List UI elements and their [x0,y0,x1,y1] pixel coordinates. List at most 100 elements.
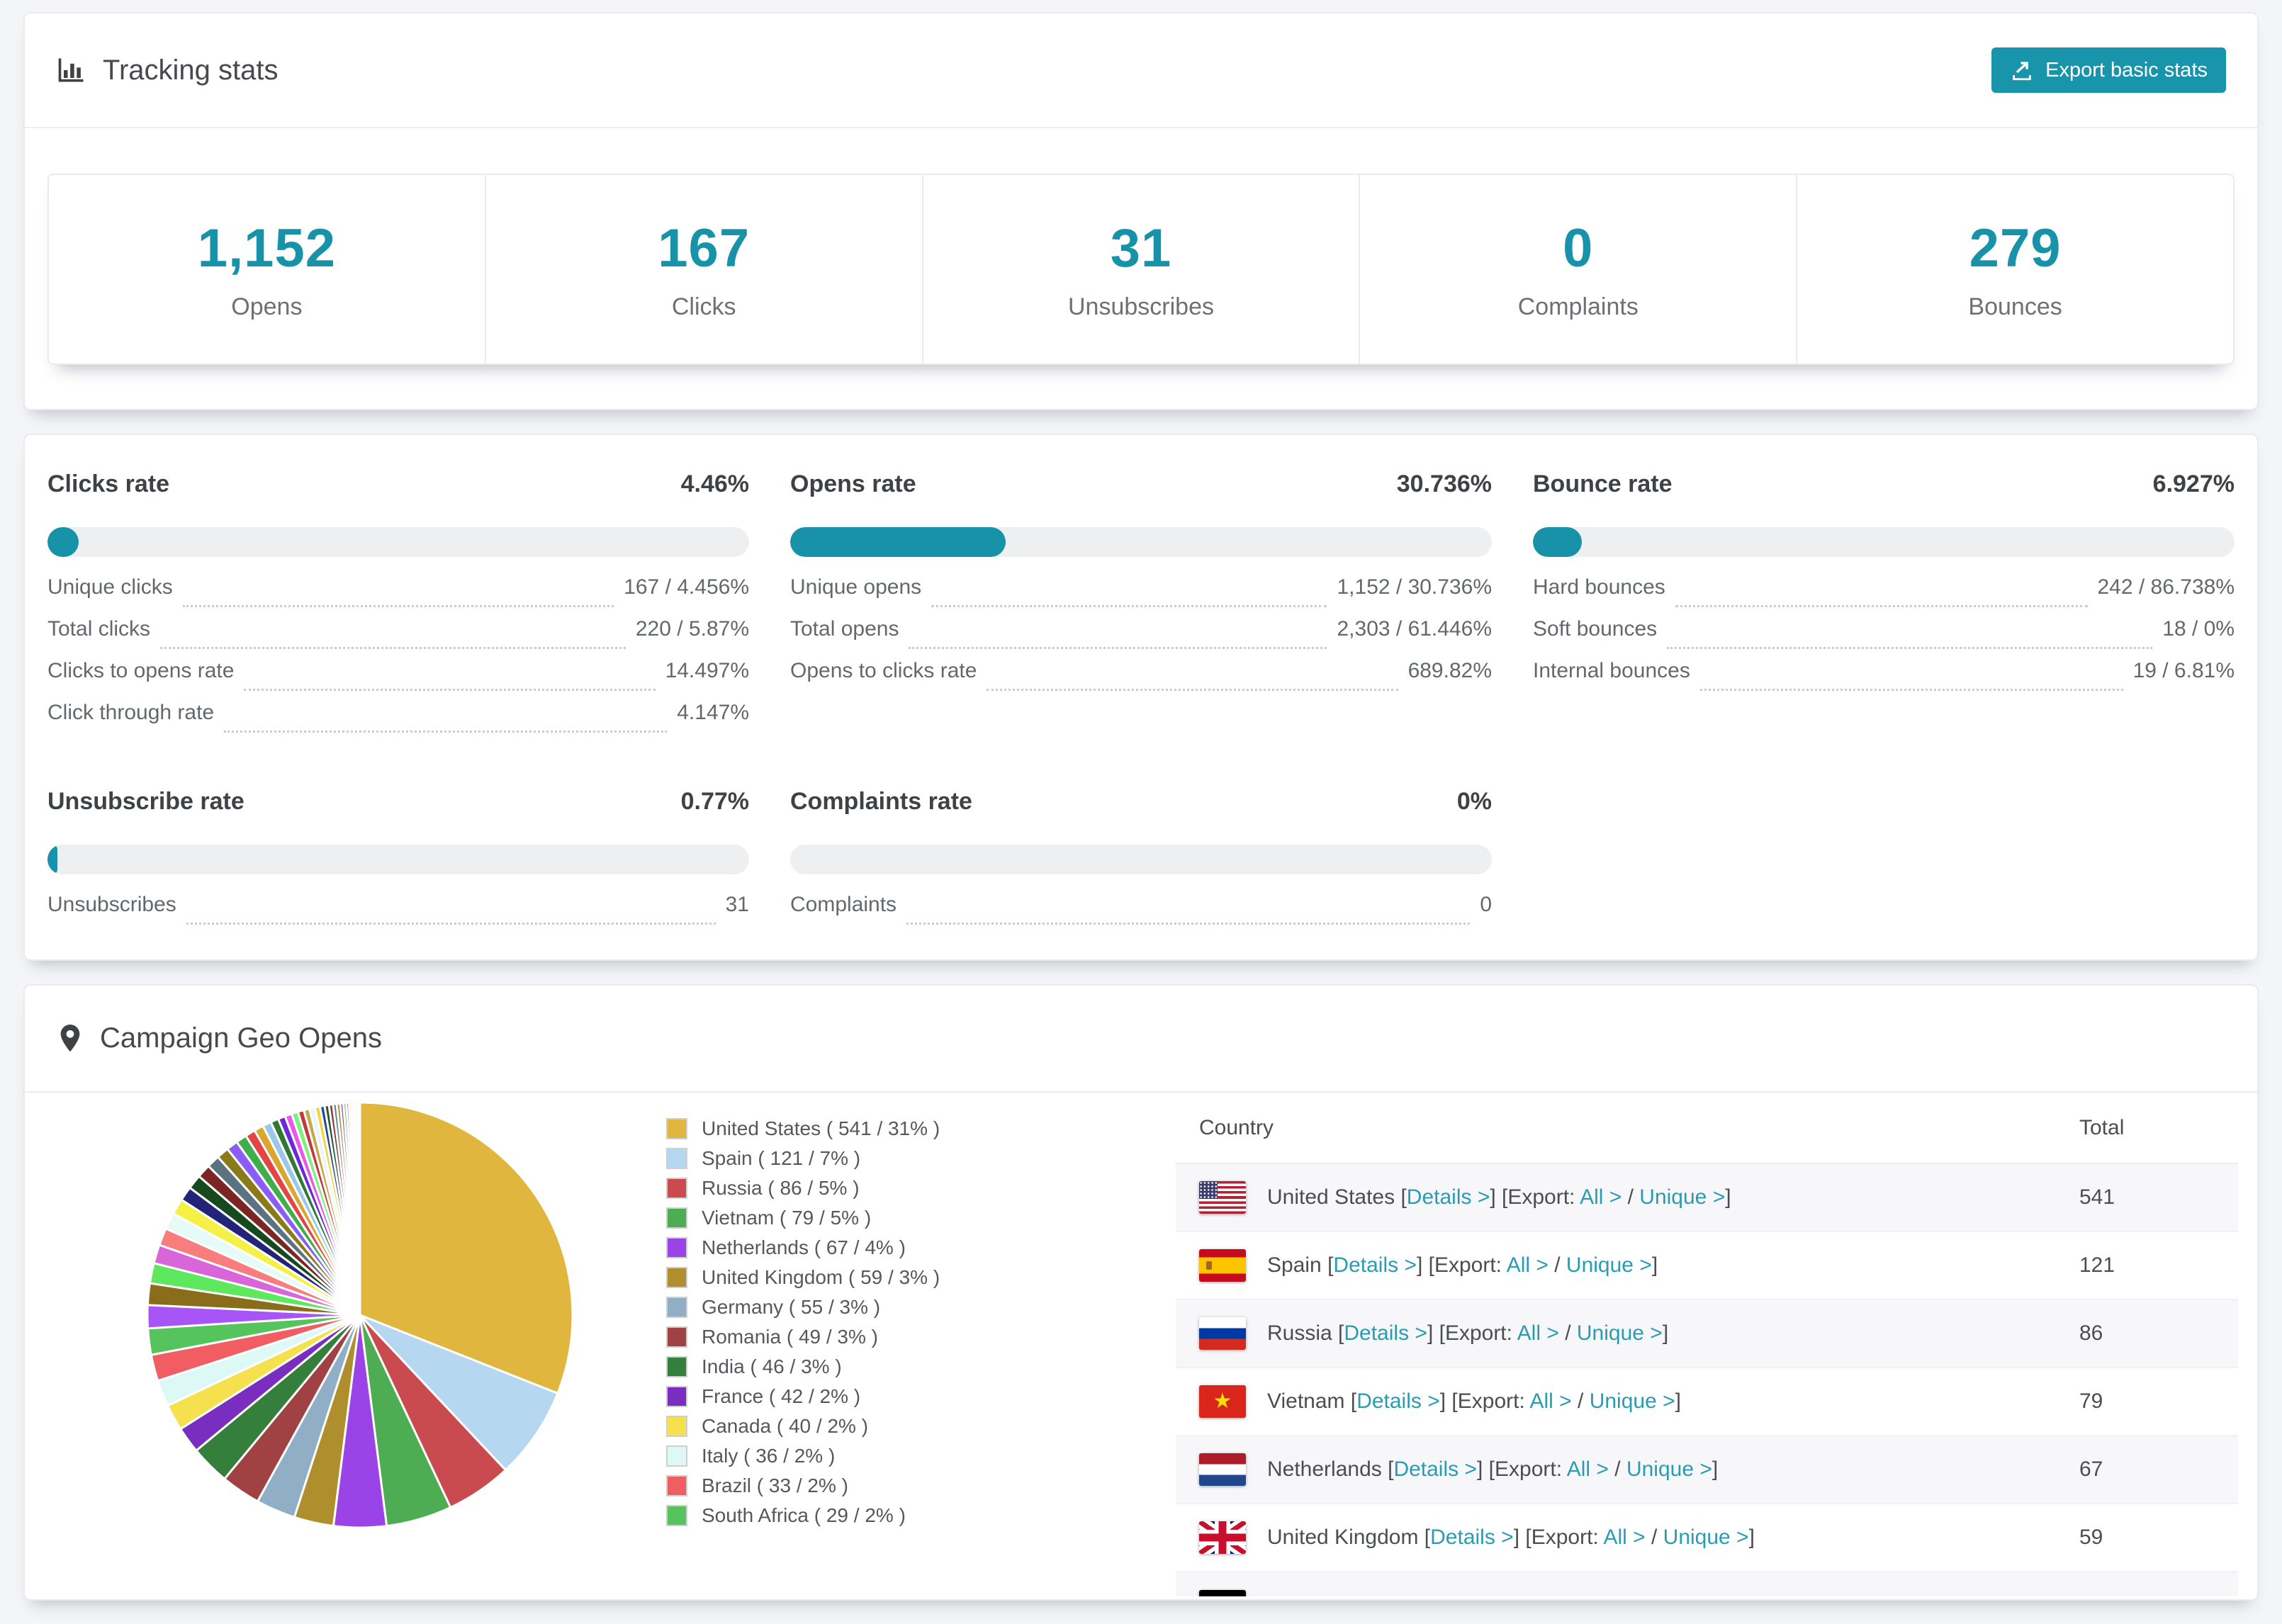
export-icon [2013,62,2031,81]
geo-pie-chart[interactable] [142,1097,578,1533]
link-separator: / [1571,1389,1590,1413]
dotted-leader [906,923,1471,925]
close-bracket: ] [1685,1594,1691,1597]
flag-us-icon [1199,1181,1246,1214]
rate-value: 6.927% [2152,470,2235,497]
rate-detail-row: Internal bounces 19 / 6.81% [1533,659,2235,701]
export-unique-link[interactable]: Unique > [1639,1185,1725,1209]
pie-slice-other[interactable] [358,1101,361,1316]
tracking-stats-header: Tracking stats Export basic stats [25,13,2257,128]
country-links-text: Vietnam [Details >] [Export: All > / Uni… [1267,1389,1681,1414]
details-link[interactable]: Details > [1344,1321,1427,1345]
country-name: Vietnam [ [1267,1389,1357,1413]
legend-swatch [666,1505,687,1526]
country-links-text: Netherlands [Details >] [Export: All > /… [1267,1457,1718,1482]
export-all-link[interactable]: All > [1517,1321,1559,1345]
stat-unsubscribes: 31 Unsubscribes [921,175,1359,363]
flag-es-icon [1199,1249,1246,1282]
legend-item-united-kingdom: United Kingdom ( 59 / 3% ) [666,1263,940,1292]
details-link[interactable]: Details > [1366,1594,1450,1597]
export-all-link[interactable]: All > [1567,1457,1609,1481]
stat-label: Opens [231,293,303,320]
close-bracket: ] [1675,1389,1681,1413]
legend-item-italy: Italy ( 36 / 2% ) [666,1441,940,1471]
close-bracket: ] [1651,1253,1658,1277]
export-unique-link[interactable]: Unique > [1600,1594,1685,1597]
campaign-geo-opens-card: Campaign Geo Opens United States ( 541 /… [23,984,2259,1601]
country-cell: Russia [Details >] [Export: All > / Uniq… [1176,1299,2079,1368]
progress-fill [47,845,57,874]
country-name: Russia [ [1267,1321,1344,1345]
dotted-leader [1699,689,2123,691]
progress-bar [790,845,1492,874]
rate-detail-row: Unique opens 1,152 / 30.736% [790,575,1492,617]
export-all-link[interactable]: All > [1529,1389,1571,1413]
rate-detail-rows: Unique clicks 167 / 4.456% Total clicks 220… [47,575,749,743]
rate-detail-row: Clicks to opens rate 14.497% [47,659,749,701]
progress-bar [47,527,749,557]
details-link[interactable]: Details > [1430,1526,1514,1549]
geo-col-header-country: Country [1176,1093,2079,1164]
legend-label: Romania ( 49 / 3% ) [702,1326,878,1348]
stat-value: 1,152 [197,218,336,278]
details-link[interactable]: Details > [1407,1185,1490,1209]
progress-fill [1533,527,1582,557]
export-all-link[interactable]: All > [1580,1185,1621,1209]
legend-item-russia: Russia ( 86 / 5% ) [666,1173,940,1203]
geo-section-header: Campaign Geo Opens [25,986,2257,1093]
close-bracket: ] [1712,1457,1719,1481]
rate-detail-rows: Unsubscribes 31 [47,893,749,935]
rate-detail-value: 19 / 6.81% [2132,659,2235,682]
rate-detail-label: Unique opens [790,575,922,599]
export-basic-stats-button[interactable]: Export basic stats [1991,47,2226,93]
legend-label: United Kingdom ( 59 / 3% ) [702,1266,940,1288]
flag-nl-icon [1199,1453,1246,1486]
total-cell: 55 [2079,1572,2238,1597]
rates-grid: Clicks rate 4.46% Unique clicks 167 / 4.456… [47,470,2235,935]
rate-detail-value: 31 [725,893,749,916]
export-all-link[interactable]: All > [1507,1253,1548,1277]
flag-ru-icon [1199,1317,1246,1350]
export-unique-link[interactable]: Unique > [1663,1526,1749,1549]
dotted-leader [909,647,1327,649]
legend-item-france: France ( 42 / 2% ) [666,1382,940,1411]
total-cell: 59 [2079,1526,2103,1549]
legend-label: South Africa ( 29 / 2% ) [702,1504,906,1526]
export-unique-link[interactable]: Unique > [1566,1253,1652,1277]
legend-swatch [666,1416,687,1437]
details-link[interactable]: Details > [1356,1389,1440,1413]
rate-detail-value: 4.147% [677,701,749,724]
export-prefix: ] [Export: [1450,1594,1540,1597]
summary-stats-row: 1,152 Opens 167 Clicks 31 Unsubscribes 0 Compla… [47,174,2235,365]
export-prefix: ] [Export: [1490,1185,1580,1209]
export-unique-link[interactable]: Unique > [1626,1457,1712,1481]
legend-label: Netherlands ( 67 / 4% ) [702,1236,906,1258]
details-link[interactable]: Details > [1333,1253,1417,1277]
map-pin-icon [60,1024,80,1051]
page-title-text: Tracking stats [103,54,279,86]
legend-label: Brazil ( 33 / 2% ) [702,1474,848,1496]
stat-label: Clicks [671,293,736,320]
rate-detail-label: Click through rate [47,701,215,724]
legend-item-vietnam: Vietnam ( 79 / 5% ) [666,1203,940,1233]
export-unique-link[interactable]: Unique > [1590,1389,1675,1413]
details-link[interactable]: Details > [1393,1457,1477,1481]
rate-detail-label: Complaints [790,893,897,916]
rate-block-bounce-rate: Bounce rate 6.927% Hard bounces 242 / 86.73… [1533,470,2235,701]
export-all-link[interactable]: All > [1603,1526,1645,1549]
total-cell: 121 [2079,1253,2115,1277]
total-cell: 86 [2079,1321,2103,1345]
country-links-text: Germany [Details >] [Export: All > / Uni… [1267,1594,1691,1597]
country-name: Netherlands [ [1267,1457,1394,1481]
country-name: United Kingdom [ [1267,1526,1431,1549]
country-cell-inner: Vietnam [Details >] [Export: All > / Uni… [1199,1385,2079,1418]
legend-item-canada: Canada ( 40 / 2% ) [666,1411,940,1441]
export-unique-link[interactable]: Unique > [1577,1321,1663,1345]
stat-value: 167 [658,218,751,278]
stat-complaints: 0 Complaints [1359,175,1796,363]
geo-table-row-netherlands: Netherlands [Details >] [Export: All > /… [1176,1436,2238,1504]
country-links-text: United States [Details >] [Export: All >… [1267,1185,1731,1209]
export-all-link[interactable]: All > [1539,1594,1581,1597]
country-cell-inner: Germany [Details >] [Export: All > / Uni… [1199,1589,2079,1597]
legend-label: India ( 46 / 3% ) [702,1355,842,1377]
